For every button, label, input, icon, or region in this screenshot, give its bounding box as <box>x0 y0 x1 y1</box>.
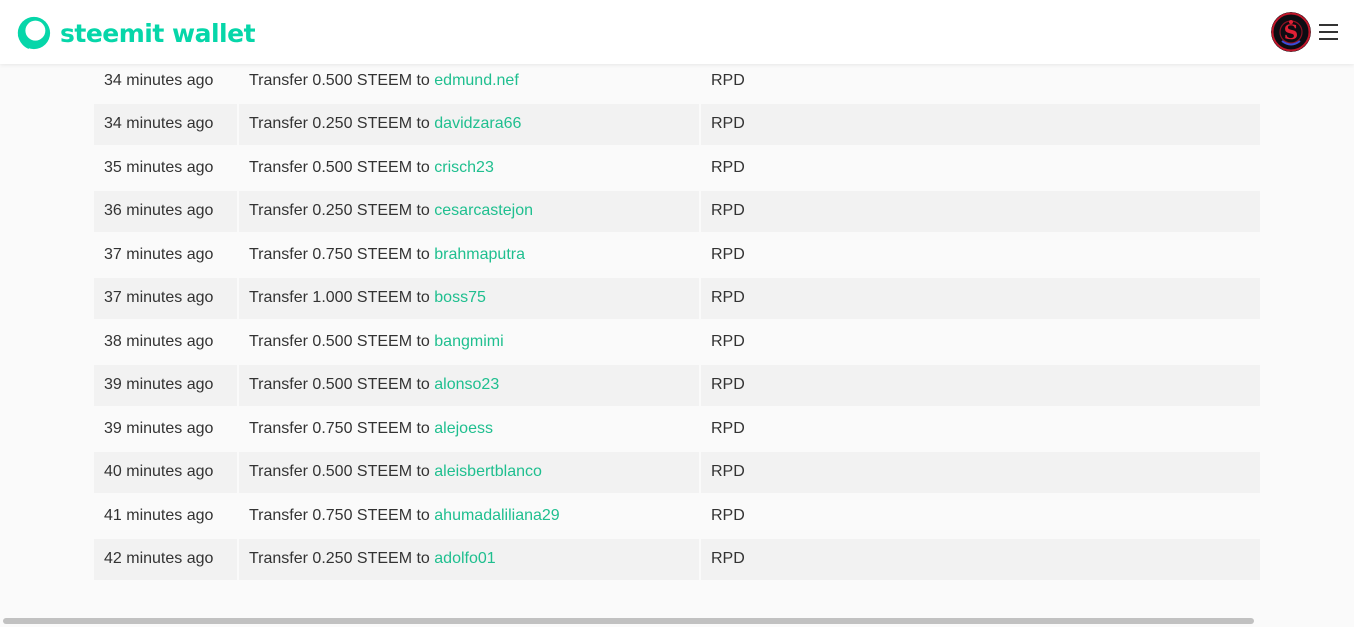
transfer-memo: RPD <box>701 538 1260 580</box>
table-row: 36 minutes ago Transfer 0.250 STEEM to ce… <box>94 190 1260 232</box>
transfer-description: Transfer 0.500 STEEM to aleisbertblanco <box>239 451 699 493</box>
recipient-account-link[interactable]: alejoess <box>434 420 493 437</box>
table-row: 38 minutes ago Transfer 0.500 STEEM to ba… <box>94 321 1260 363</box>
transfer-amount-text: Transfer 0.500 STEEM to <box>249 158 435 176</box>
recipient-account-link[interactable]: brahmaputra <box>434 246 525 263</box>
transfer-time: 39 minutes ago <box>94 408 237 450</box>
transfer-description: Transfer 0.750 STEEM to brahmaputra <box>239 234 699 276</box>
recipient-account-link[interactable]: crisch23 <box>434 159 494 176</box>
transfer-memo: RPD <box>701 234 1260 276</box>
steemit-wallet-logo[interactable]: steemit wallet <box>14 13 256 53</box>
transfer-time: 39 minutes ago <box>94 364 237 406</box>
transfer-description: Transfer 0.500 STEEM to alonso23 <box>239 364 699 406</box>
transfer-memo: RPD <box>701 103 1260 145</box>
transfer-amount-text: Transfer 0.750 STEEM to <box>249 245 435 263</box>
recipient-account-link[interactable]: boss75 <box>434 289 486 306</box>
transfer-amount-text: Transfer 0.500 STEEM to <box>249 332 435 350</box>
logo-text: steemit wallet <box>60 18 256 48</box>
recipient-account-link[interactable]: aleisbertblanco <box>434 463 542 480</box>
steemit-logo-icon <box>17 16 51 50</box>
recipient-account-link[interactable]: davidzara66 <box>434 115 521 132</box>
transfer-amount-text: Transfer 0.250 STEEM to <box>249 115 435 133</box>
transfer-memo: RPD <box>701 321 1260 363</box>
top-header: steemit wallet S <box>0 0 1354 64</box>
table-row: 41 minutes ago Transfer 0.750 STEEM to ah… <box>94 495 1260 537</box>
transfer-amount-text: Transfer 0.250 STEEM to <box>249 202 435 220</box>
transfer-memo: RPD <box>701 277 1260 319</box>
transfer-time: 37 minutes ago <box>94 234 237 276</box>
transfer-amount-text: Transfer 0.750 STEEM to <box>249 506 435 524</box>
recipient-account-link[interactable]: alonso23 <box>434 376 499 393</box>
transfer-amount-text: Transfer 0.500 STEEM to <box>249 71 435 89</box>
transfer-description: Transfer 0.500 STEEM to edmund.nef <box>239 60 699 102</box>
avatar-image: S <box>1271 12 1311 52</box>
transfer-description: Transfer 0.250 STEEM to adolfo01 <box>239 538 699 580</box>
transfer-time: 34 minutes ago <box>94 60 237 102</box>
recipient-account-link[interactable]: adolfo01 <box>434 550 495 567</box>
table-row: 35 minutes ago Transfer 0.500 STEEM to cr… <box>94 147 1260 189</box>
table-row: 37 minutes ago Transfer 1.000 STEEM to bo… <box>94 277 1260 319</box>
table-row: 39 minutes ago Transfer 0.750 STEEM to al… <box>94 408 1260 450</box>
transfer-memo: RPD <box>701 190 1260 232</box>
transfer-description: Transfer 0.750 STEEM to alejoess <box>239 408 699 450</box>
transfer-time: 34 minutes ago <box>94 103 237 145</box>
transfer-history: 34 minutes ago Transfer 0.500 STEEM to ed… <box>94 58 1260 582</box>
table-row: 40 minutes ago Transfer 0.500 STEEM to al… <box>94 451 1260 493</box>
table-row: 37 minutes ago Transfer 0.750 STEEM to br… <box>94 234 1260 276</box>
transfer-memo: RPD <box>701 364 1260 406</box>
transfer-amount-text: Transfer 0.750 STEEM to <box>249 419 435 437</box>
transfer-amount-text: Transfer 1.000 STEEM to <box>249 289 435 307</box>
transfer-amount-text: Transfer 0.250 STEEM to <box>249 550 435 568</box>
transfer-time: 40 minutes ago <box>94 451 237 493</box>
transfer-description: Transfer 0.250 STEEM to davidzara66 <box>239 103 699 145</box>
recipient-account-link[interactable]: edmund.nef <box>434 72 519 89</box>
transfer-amount-text: Transfer 0.500 STEEM to <box>249 463 435 481</box>
transfer-time: 37 minutes ago <box>94 277 237 319</box>
transfer-memo: RPD <box>701 147 1260 189</box>
transfer-description: Transfer 0.250 STEEM to cesarcastejon <box>239 190 699 232</box>
horizontal-scrollbar[interactable] <box>3 618 1254 624</box>
transfer-memo: RPD <box>701 408 1260 450</box>
transfer-memo: RPD <box>701 451 1260 493</box>
transfer-description: Transfer 1.000 STEEM to boss75 <box>239 277 699 319</box>
transfer-table: 34 minutes ago Transfer 0.500 STEEM to ed… <box>92 58 1262 582</box>
transfer-time: 42 minutes ago <box>94 538 237 580</box>
recipient-account-link[interactable]: bangmimi <box>434 333 503 350</box>
user-avatar[interactable]: S <box>1271 12 1311 52</box>
table-row: 39 minutes ago Transfer 0.500 STEEM to al… <box>94 364 1260 406</box>
transfer-description: Transfer 0.750 STEEM to ahumadaliliana29 <box>239 495 699 537</box>
transfer-description: Transfer 0.500 STEEM to crisch23 <box>239 147 699 189</box>
transfer-time: 36 minutes ago <box>94 190 237 232</box>
table-row: 42 minutes ago Transfer 0.250 STEEM to ad… <box>94 538 1260 580</box>
transfer-time: 35 minutes ago <box>94 147 237 189</box>
table-row: 34 minutes ago Transfer 0.500 STEEM to ed… <box>94 60 1260 102</box>
transfer-time: 41 minutes ago <box>94 495 237 537</box>
table-row: 34 minutes ago Transfer 0.250 STEEM to da… <box>94 103 1260 145</box>
recipient-account-link[interactable]: ahumadaliliana29 <box>434 507 559 524</box>
recipient-account-link[interactable]: cesarcastejon <box>434 202 533 219</box>
hamburger-menu-icon[interactable] <box>1318 20 1340 44</box>
transfer-memo: RPD <box>701 495 1260 537</box>
transfer-time: 38 minutes ago <box>94 321 237 363</box>
transfer-memo: RPD <box>701 60 1260 102</box>
transfer-amount-text: Transfer 0.500 STEEM to <box>249 376 435 394</box>
transfer-description: Transfer 0.500 STEEM to bangmimi <box>239 321 699 363</box>
